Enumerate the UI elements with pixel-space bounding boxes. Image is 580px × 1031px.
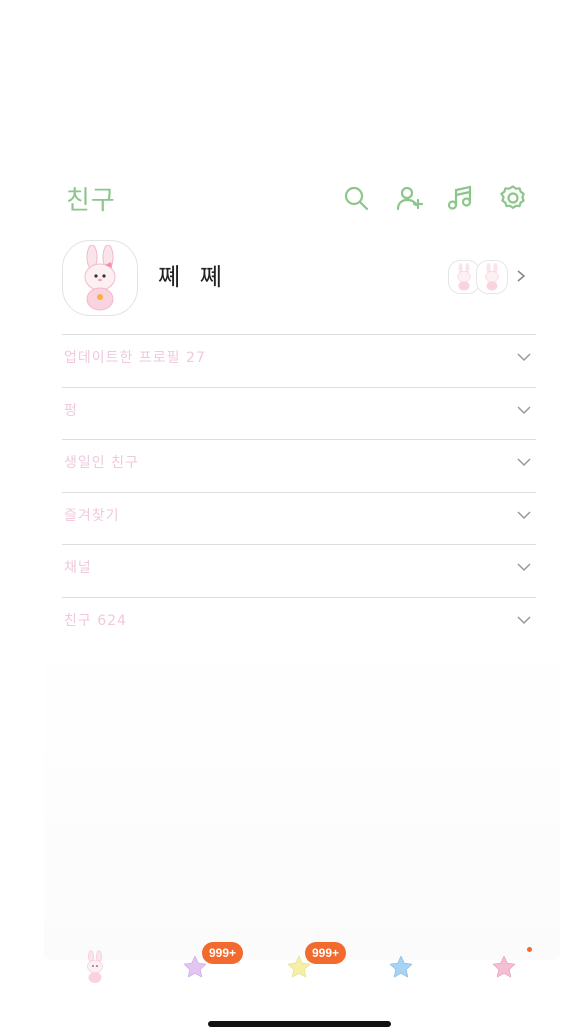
home-indicator[interactable] bbox=[208, 1021, 391, 1027]
tab-shopping[interactable] bbox=[376, 942, 426, 992]
section-label: 친구 624 bbox=[64, 612, 127, 629]
bunny-figure-icon bbox=[485, 263, 499, 291]
avatar[interactable] bbox=[62, 240, 138, 316]
section-pung[interactable]: 펑 bbox=[62, 386, 536, 440]
section-channels[interactable]: 채널 bbox=[62, 544, 536, 597]
page-title: 친구 bbox=[66, 186, 116, 216]
bunny-figure-icon bbox=[457, 263, 471, 291]
music-icon[interactable] bbox=[446, 184, 474, 212]
background-panel bbox=[44, 630, 560, 960]
chats-badge: 999+ bbox=[202, 942, 244, 964]
profile-mini-avatars[interactable] bbox=[448, 260, 508, 294]
section-birthdays[interactable]: 생일인 친구 bbox=[62, 439, 536, 492]
chevron-right-icon[interactable] bbox=[514, 266, 528, 286]
chevron-down-icon[interactable] bbox=[516, 351, 532, 363]
section-label: 생일인 친구 bbox=[64, 455, 139, 471]
pink-star-icon bbox=[492, 955, 516, 978]
notification-dot bbox=[527, 947, 532, 952]
section-updated-profiles[interactable]: 업데이트한 프로필 27 bbox=[62, 334, 536, 387]
chevron-down-icon[interactable] bbox=[516, 456, 532, 468]
bunny-figure-icon bbox=[87, 950, 103, 983]
settings-icon[interactable] bbox=[499, 184, 527, 212]
search-icon[interactable] bbox=[342, 184, 370, 212]
section-list: 업데이트한 프로필 27 펑 생일인 친구 즐겨찾기 채널 친구 624 bbox=[62, 334, 536, 649]
section-favorites[interactable]: 즐겨찾기 bbox=[62, 491, 536, 545]
my-profile-row[interactable]: 쪠 쪠 bbox=[62, 240, 534, 318]
header: 친구 bbox=[0, 176, 580, 224]
section-label: 즐겨찾기 bbox=[64, 507, 120, 524]
chevron-down-icon[interactable] bbox=[516, 509, 532, 521]
section-label: 업데이트한 프로필 27 bbox=[64, 350, 206, 366]
section-label: 펑 bbox=[64, 402, 78, 419]
mini-avatar[interactable] bbox=[476, 260, 508, 294]
bunny-figure-icon bbox=[84, 245, 116, 311]
section-friends[interactable]: 친구 624 bbox=[62, 596, 536, 650]
openchat-badge: 999+ bbox=[305, 942, 347, 964]
tab-friends[interactable] bbox=[70, 942, 120, 992]
profile-name: 쪠 쪠 bbox=[158, 263, 228, 291]
add-friend-icon[interactable] bbox=[396, 184, 424, 212]
chevron-down-icon[interactable] bbox=[516, 561, 532, 573]
blue-star-icon bbox=[389, 955, 413, 978]
section-label: 채널 bbox=[64, 560, 92, 576]
tab-more[interactable] bbox=[479, 942, 529, 992]
tab-bar: 999+ 999+ bbox=[0, 930, 580, 1000]
chevron-down-icon[interactable] bbox=[516, 404, 532, 416]
chevron-down-icon[interactable] bbox=[516, 614, 532, 626]
